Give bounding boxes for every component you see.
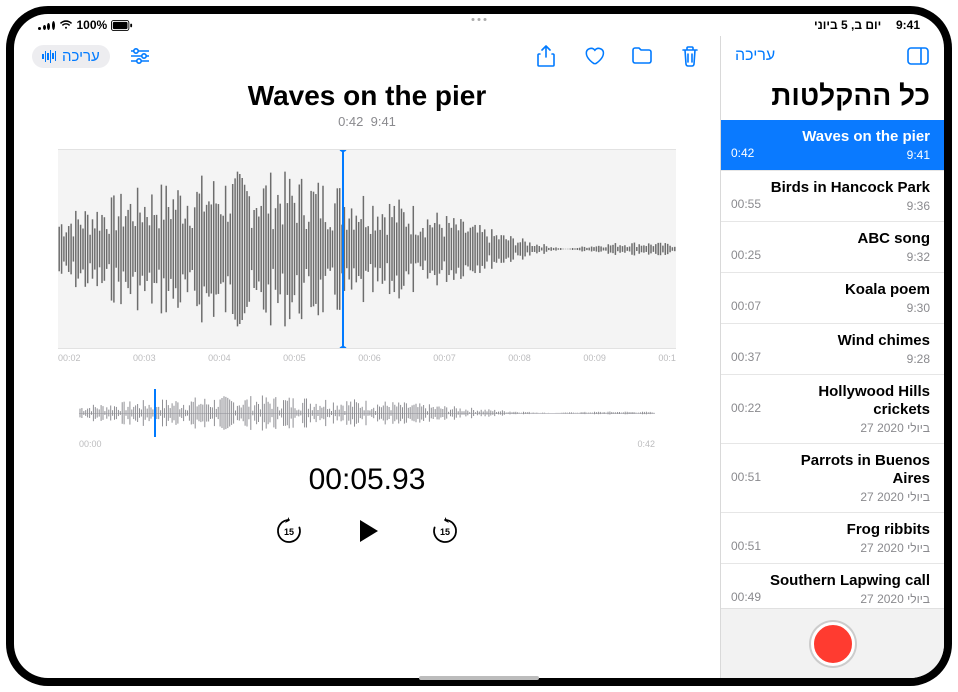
recording-item-subtitle: 27 ביולי 2020 (767, 421, 930, 435)
waveform-mini-icon (42, 50, 56, 63)
status-date: יום ב, 5 ביוני (814, 18, 881, 32)
ruler-tick: 00:1 (658, 353, 676, 363)
recording-item-subtitle: 9:28 (767, 352, 930, 366)
sidebar-edit-button[interactable]: עריכה (735, 47, 775, 65)
recording-item-title: Birds in Hancock Park (767, 179, 930, 197)
recording-duration: 00:25 (731, 248, 767, 262)
edit-recording-button[interactable]: עריכה (32, 45, 110, 68)
recording-list-item[interactable]: 00:37Wind chimes 9:28 (721, 324, 944, 375)
sidebar-toggle-button[interactable] (906, 44, 930, 68)
overview-canvas (79, 391, 655, 435)
overview-end-label: 0:42 (637, 439, 655, 449)
trash-icon (681, 45, 699, 67)
wifi-icon (59, 20, 73, 30)
recording-duration: 00:51 (731, 470, 767, 484)
cellular-icon (38, 21, 55, 30)
battery-pct: 100% (77, 18, 108, 32)
recording-item-title: Hollywood Hills crickets (767, 383, 930, 419)
record-button[interactable] (811, 622, 855, 666)
sidebar-toggle-icon (907, 47, 929, 65)
waveform-canvas (58, 150, 676, 348)
skip-forward-15-icon: 15 (430, 516, 460, 546)
recording-duration: 00:22 (731, 401, 767, 415)
ruler-tick: 00:07 (433, 353, 456, 363)
time-ruler: 00:02 00:03 00:04 00:05 00:06 00:07 00:08 00:09… (58, 349, 676, 363)
recording-duration: 00:51 (731, 539, 767, 553)
sidebar-title: כל ההקלטות (721, 76, 944, 120)
folder-icon (631, 47, 653, 65)
skip-back-15-icon: 15 (274, 516, 304, 546)
playback-controls: 15 15 (273, 515, 461, 547)
recording-list-item[interactable]: 00:51Frog ribbits 27 ביולי 2020 (721, 513, 944, 564)
recording-meta: 0:42 9:41 (338, 114, 396, 129)
record-footer (721, 608, 944, 678)
status-time: 9:41 (896, 18, 920, 32)
recording-item-subtitle: 9:36 (767, 199, 930, 213)
recording-item-subtitle: 9:32 (767, 250, 930, 264)
recording-duration: 00:07 (731, 299, 767, 313)
svg-text:15: 15 (284, 527, 294, 537)
ruler-tick: 00:02 (58, 353, 81, 363)
recording-duration: 00:37 (731, 350, 767, 364)
recording-item-title: Wind chimes (767, 332, 930, 350)
waveform-overview[interactable] (79, 391, 655, 435)
recording-item-title: Koala poem (767, 281, 930, 299)
edit-pill-label: עריכה (62, 48, 100, 65)
main-pane: עריכה Waves on the pier (14, 36, 720, 678)
recording-list-item[interactable]: 00:25ABC song 9:32 (721, 222, 944, 273)
playhead[interactable] (342, 149, 344, 349)
play-button[interactable] (351, 515, 383, 547)
recording-list-item[interactable]: 00:07Koala poem 9:30 (721, 273, 944, 324)
overview-cursor[interactable] (154, 389, 156, 437)
home-indicator[interactable] (419, 676, 539, 678)
sliders-icon (129, 47, 151, 65)
move-to-folder-button[interactable] (630, 44, 654, 68)
playback-options-button[interactable] (128, 44, 152, 68)
ruler-tick: 00:08 (508, 353, 531, 363)
recording-item-title: ABC song (767, 230, 930, 248)
share-icon (537, 45, 555, 67)
recording-list-item[interactable]: 00:22Hollywood Hills crickets 27 ביולי 20… (721, 375, 944, 444)
recording-item-title: Waves on the pier (767, 128, 930, 146)
recordings-list[interactable]: 0:42Waves on the pier 9:41 00:55Birds in H… (721, 120, 944, 608)
recording-item-subtitle: 27 ביולי 2020 (767, 541, 930, 555)
heart-icon (583, 46, 605, 66)
ruler-tick: 00:09 (583, 353, 606, 363)
recording-duration: 00:49 (731, 590, 767, 604)
ruler-tick: 00:03 (133, 353, 156, 363)
overview-start-label: 00:00 (79, 439, 102, 449)
delete-button[interactable] (678, 44, 702, 68)
recording-item-title: Southern Lapwing call (767, 572, 930, 590)
recording-item-subtitle: 27 ביולי 2020 (767, 490, 930, 504)
ruler-tick: 00:05 (283, 353, 306, 363)
recording-list-item[interactable]: 00:55Birds in Hancock Park 9:36 (721, 171, 944, 222)
multitask-dots[interactable] (472, 18, 487, 21)
battery-icon (111, 20, 133, 31)
recording-list-item[interactable]: 00:51Parrots in Buenos Aires 27 ביולי 202… (721, 444, 944, 513)
recording-item-title: Frog ribbits (767, 521, 930, 539)
recording-title[interactable]: Waves on the pier (248, 80, 487, 112)
skip-back-15-button[interactable]: 15 (273, 515, 305, 547)
svg-text:15: 15 (440, 527, 450, 537)
timecode: 00:05.93 (309, 463, 426, 497)
skip-forward-15-button[interactable]: 15 (429, 515, 461, 547)
recording-duration: 0:42 (731, 146, 767, 160)
recording-list-item[interactable]: 00:49Southern Lapwing call 27 ביולי 2020 (721, 564, 944, 608)
play-icon (352, 516, 382, 546)
recording-item-subtitle: 27 ביולי 2020 (767, 592, 930, 606)
favorite-button[interactable] (582, 44, 606, 68)
recording-item-subtitle: 9:41 (767, 148, 930, 162)
ruler-tick: 00:06 (358, 353, 381, 363)
recording-item-title: Parrots in Buenos Aires (767, 452, 930, 488)
ruler-tick: 00:04 (208, 353, 231, 363)
recording-duration: 00:55 (731, 197, 767, 211)
share-button[interactable] (534, 44, 558, 68)
recording-item-subtitle: 9:30 (767, 301, 930, 315)
sidebar: עריכה כל ההקלטות 0:42Waves on the pier 9:… (720, 36, 944, 678)
waveform-main[interactable]: 00:02 00:03 00:04 00:05 00:06 00:07 00:08 00:09… (58, 149, 676, 363)
recording-list-item[interactable]: 0:42Waves on the pier 9:41 (721, 120, 944, 171)
